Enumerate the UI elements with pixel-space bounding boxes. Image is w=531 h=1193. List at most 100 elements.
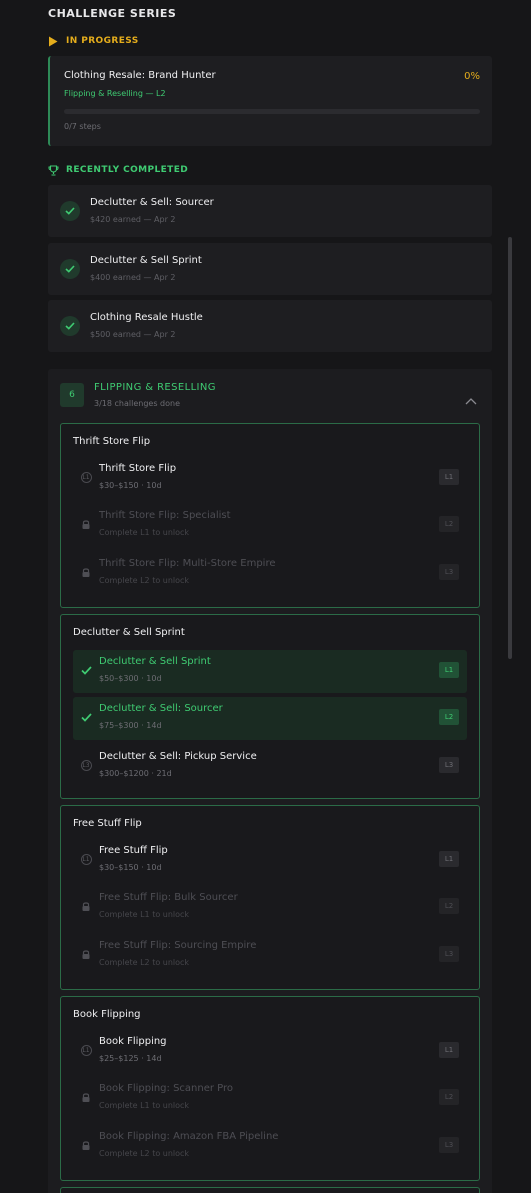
lock-icon xyxy=(80,1139,92,1151)
level-icon: L1 xyxy=(80,853,92,865)
in-progress-section-label: IN PROGRESS xyxy=(48,34,139,48)
in-progress-steps: 0/7 steps xyxy=(64,122,101,131)
level-meta: Complete L2 to unlock xyxy=(99,1149,190,1158)
lock-icon xyxy=(80,948,92,960)
level-icon: L3 xyxy=(80,759,92,771)
level-title: Declutter & Sell: Pickup Service xyxy=(99,751,257,762)
completed-item-meta: $400 earned — Apr 2 xyxy=(90,273,176,282)
completed-item[interactable]: Declutter & Sell Sprint $400 earned — Ap… xyxy=(48,243,492,295)
level-title: Book Flipping xyxy=(99,1036,167,1047)
level-title: Free Stuff Flip: Bulk Sourcer xyxy=(99,892,238,903)
level-meta: Complete L2 to unlock xyxy=(99,576,190,585)
level-title: Thrift Store Flip xyxy=(99,463,177,474)
level-row[interactable]: L1 Thrift Store Flip $30–$150 · 10d L1 xyxy=(73,457,467,500)
lock-icon xyxy=(80,900,92,912)
level-row[interactable]: Declutter & Sell: Sourcer $75–$300 · 14d… xyxy=(73,697,467,740)
level-row[interactable]: Book Flipping: Amazon FBA Pipeline Compl… xyxy=(73,1125,467,1168)
in-progress-card[interactable]: Clothing Resale: Brand Hunter Flipping &… xyxy=(48,56,492,146)
completed-item-title: Declutter & Sell Sprint xyxy=(90,255,202,266)
series-card: Free Stuff Flip L1 Free Stuff Flip $30–$… xyxy=(60,805,480,990)
completed-item[interactable]: Declutter & Sell: Sourcer $420 earned — … xyxy=(48,185,492,237)
recently-completed-section-label: RECENTLY COMPLETED xyxy=(48,163,188,177)
series-title: Free Stuff Flip xyxy=(73,818,142,829)
level-meta: $50–$300 · 10d xyxy=(99,674,162,683)
level-title: Thrift Store Flip: Specialist xyxy=(99,510,231,521)
lock-icon xyxy=(80,1091,92,1103)
series-card: Book Flipping L1 Book Flipping $25–$125 … xyxy=(60,996,480,1181)
in-progress-subtitle: Flipping & Reselling — L2 xyxy=(64,89,166,98)
level-badge: L2 xyxy=(439,709,459,725)
level-meta: Complete L1 to unlock xyxy=(99,910,190,919)
level-title: Declutter & Sell: Sourcer xyxy=(99,703,223,714)
level-icon-label: L1 xyxy=(80,1044,92,1056)
series-title: Declutter & Sell Sprint xyxy=(73,627,185,638)
level-title: Book Flipping: Amazon FBA Pipeline xyxy=(99,1131,279,1142)
level-badge: L1 xyxy=(439,662,459,678)
series-card: Thrift Store Flip L1 Thrift Store Flip $… xyxy=(60,423,480,608)
category-flipping-reselling: 6 FLIPPING & RESELLING 3/18 challenges d… xyxy=(48,369,492,1193)
level-row[interactable]: Thrift Store Flip: Specialist Complete L… xyxy=(73,504,467,547)
level-title: Book Flipping: Scanner Pro xyxy=(99,1083,234,1094)
check-icon xyxy=(80,664,92,676)
completed-item-title: Declutter & Sell: Sourcer xyxy=(90,197,214,208)
page-title: CHALLENGE SERIES xyxy=(48,7,177,20)
level-badge: L1 xyxy=(439,1042,459,1058)
level-title: Thrift Store Flip: Multi-Store Empire xyxy=(99,558,276,569)
level-badge: L3 xyxy=(439,946,459,962)
chevron-up-icon[interactable] xyxy=(465,390,477,405)
category-title[interactable]: FLIPPING & RESELLING xyxy=(94,382,216,393)
level-badge: L3 xyxy=(439,1137,459,1153)
completed-item[interactable]: Clothing Resale Hustle $500 earned — Apr… xyxy=(48,300,492,352)
level-row[interactable]: L1 Free Stuff Flip $30–$150 · 10d L1 xyxy=(73,839,467,882)
level-title: Declutter & Sell Sprint xyxy=(99,656,211,667)
level-badge: L2 xyxy=(439,516,459,532)
series-card: Declutter & Sell Sprint Declutter & Sell… xyxy=(60,614,480,799)
level-meta: $75–$300 · 14d xyxy=(99,721,162,730)
level-icon-label: L1 xyxy=(80,471,92,483)
series-title: Book Flipping xyxy=(73,1009,141,1020)
completed-item-meta: $420 earned — Apr 2 xyxy=(90,215,176,224)
level-badge: L3 xyxy=(439,564,459,580)
level-meta: Complete L1 to unlock xyxy=(99,1101,190,1110)
level-row[interactable]: Declutter & Sell Sprint $50–$300 · 10d L… xyxy=(73,650,467,693)
level-icon-label: L3 xyxy=(80,759,92,771)
level-icon: L1 xyxy=(80,1044,92,1056)
in-progress-percent: 0% xyxy=(464,71,480,82)
check-icon xyxy=(60,259,80,279)
play-icon xyxy=(48,35,60,47)
level-meta: $30–$150 · 10d xyxy=(99,481,162,490)
check-icon xyxy=(60,201,80,221)
in-progress-title: Clothing Resale: Brand Hunter xyxy=(64,70,216,81)
level-icon-label: L1 xyxy=(80,853,92,865)
challenge-series-page: CHALLENGE SERIES IN PROGRESS Clothing Re… xyxy=(0,0,531,1193)
level-badge: L2 xyxy=(439,898,459,914)
check-icon xyxy=(60,316,80,336)
level-row[interactable]: L1 Book Flipping $25–$125 · 14d L1 xyxy=(73,1030,467,1073)
progress-bar xyxy=(64,109,480,114)
level-row[interactable]: Free Stuff Flip: Bulk Sourcer Complete L… xyxy=(73,886,467,929)
level-row[interactable]: L3 Declutter & Sell: Pickup Service $300… xyxy=(73,745,467,788)
recently-completed-label: RECENTLY COMPLETED xyxy=(66,165,189,175)
scrollbar[interactable] xyxy=(508,237,512,659)
series-title: Thrift Store Flip xyxy=(73,436,151,447)
check-icon xyxy=(80,711,92,723)
level-meta: $30–$150 · 10d xyxy=(99,863,162,872)
in-progress-label: IN PROGRESS xyxy=(66,36,139,46)
level-badge: L1 xyxy=(439,851,459,867)
category-count-badge: 6 xyxy=(60,383,84,407)
level-row[interactable]: Thrift Store Flip: Multi-Store Empire Co… xyxy=(73,552,467,595)
level-badge: L3 xyxy=(439,757,459,773)
completed-item-meta: $500 earned — Apr 2 xyxy=(90,330,176,339)
level-meta: Complete L2 to unlock xyxy=(99,958,190,967)
level-badge: L1 xyxy=(439,469,459,485)
level-row[interactable]: Free Stuff Flip: Sourcing Empire Complet… xyxy=(73,934,467,977)
trophy-icon xyxy=(48,164,60,176)
category-subtitle: 3/18 challenges done xyxy=(94,399,180,408)
series-card xyxy=(60,1187,480,1193)
level-title: Free Stuff Flip: Sourcing Empire xyxy=(99,940,257,951)
level-icon: L1 xyxy=(80,471,92,483)
lock-icon xyxy=(80,518,92,530)
level-badge: L2 xyxy=(439,1089,459,1105)
level-meta: $25–$125 · 14d xyxy=(99,1054,162,1063)
level-row[interactable]: Book Flipping: Scanner Pro Complete L1 t… xyxy=(73,1077,467,1120)
